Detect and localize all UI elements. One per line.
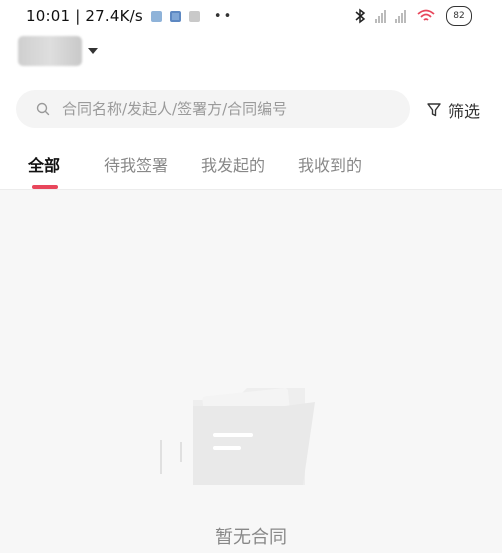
app-icon — [169, 10, 181, 22]
tab-pending-my-signature[interactable]: 待我签署 — [104, 152, 168, 176]
status-right: 82 — [354, 6, 472, 26]
tab-initiated-by-me[interactable]: 我发起的 — [201, 152, 265, 176]
photo-icon — [150, 10, 162, 22]
signal-icon — [374, 9, 386, 23]
battery-icon: 82 — [446, 6, 472, 26]
search-icon — [36, 102, 50, 116]
status-left: 10:01 | 27.4K/s •• — [26, 7, 233, 25]
active-tab-indicator — [32, 185, 58, 189]
search-input[interactable] — [62, 100, 392, 118]
empty-state-text: 暂无合同 — [215, 527, 287, 548]
status-time: 10:01 | 27.4K/s — [26, 7, 143, 25]
filter-button[interactable]: 筛选 — [426, 98, 480, 122]
wifi-icon — [417, 9, 435, 21]
account-switcher[interactable] — [18, 36, 98, 66]
more-notifications-icon: •• — [213, 8, 234, 24]
tab-received-by-me[interactable]: 我收到的 — [298, 152, 362, 176]
bluetooth-icon — [355, 8, 366, 24]
filter-label: 筛选 — [448, 102, 481, 121]
caret-down-icon — [88, 48, 98, 54]
filter-icon — [427, 103, 441, 117]
search-bar[interactable] — [16, 90, 410, 128]
empty-folder-illustration — [160, 387, 315, 485]
contract-tabs: 全部 待我签署 我发起的 我收到的 — [0, 140, 502, 190]
tab-all[interactable]: 全部 — [28, 152, 60, 176]
contract-list-area: 暂无合同 — [0, 190, 502, 553]
image-icon — [188, 10, 200, 22]
status-bar: 10:01 | 27.4K/s •• 82 — [0, 0, 502, 34]
signal-icon — [394, 9, 406, 23]
account-name-blurred — [18, 36, 82, 66]
